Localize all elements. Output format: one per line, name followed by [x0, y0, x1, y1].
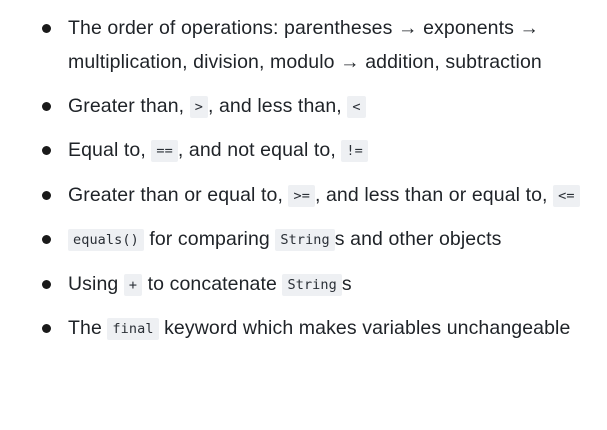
bullet-icon — [42, 235, 51, 244]
item-text: The — [68, 317, 108, 339]
inline-code: String — [282, 273, 342, 296]
item-text: Greater than, — [68, 94, 190, 117]
bullet-icon — [42, 24, 51, 33]
list-item-equals-method: equals() for comparing String s and other… — [0, 222, 607, 257]
inline-code: == — [151, 140, 178, 162]
inline-code: > — [189, 95, 208, 118]
list-item-order-of-operations: The order of operations: parentheses → e… — [0, 11, 607, 79]
inline-code: + — [123, 273, 143, 296]
inline-code: equals() — [68, 229, 144, 251]
inline-code: >= — [288, 184, 315, 207]
operators-list: The order of operations: parentheses → e… — [0, 0, 607, 346]
item-text: , and less than or equal to, — [314, 183, 554, 206]
item-text: s and other objects — [334, 228, 502, 250]
inline-code: final — [107, 318, 159, 340]
inline-code: String — [275, 229, 335, 251]
item-text: , and less than, — [207, 94, 348, 117]
item-text: s — [341, 272, 352, 295]
list-item-final-keyword: The final keyword which makes variables … — [0, 311, 607, 346]
item-text: Equal to, — [68, 139, 152, 161]
item-text: to concatenate — [142, 272, 283, 295]
item-text: , and not equal to, — [177, 139, 342, 161]
bullet-icon — [42, 324, 51, 333]
inline-code: <= — [553, 184, 580, 207]
list-item-equal-not-equal: Equal to, ==, and not equal to, != — [0, 133, 607, 168]
item-text: The order of operations: parentheses → e… — [68, 17, 542, 73]
item-text: for comparing — [143, 228, 276, 250]
bullet-icon — [42, 146, 51, 155]
bullet-icon — [42, 101, 51, 111]
inline-code: != — [341, 140, 368, 162]
item-text: keyword which makes variables unchangeab… — [158, 317, 571, 339]
inline-code: < — [347, 95, 366, 118]
item-text: Greater than or equal to, — [68, 183, 289, 206]
list-item-greater-less: Greater than, >, and less than, < — [0, 89, 607, 124]
bullet-icon — [42, 190, 51, 200]
bullet-icon — [42, 279, 51, 289]
item-text: Using — [68, 272, 124, 295]
list-item-greater-less-equal: Greater than or equal to, >=, and less t… — [0, 178, 607, 213]
list-item-concatenate: Using + to concatenate String s — [0, 267, 607, 302]
